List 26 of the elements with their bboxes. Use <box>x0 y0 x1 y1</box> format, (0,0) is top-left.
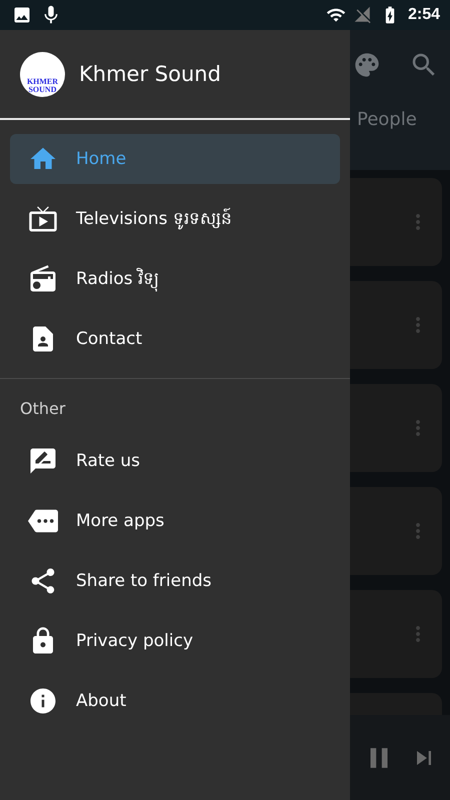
app-logo: KHMER SOUND <box>20 52 65 96</box>
menu-item[interactable]: More apps <box>10 496 340 546</box>
status-time: 2:54 <box>408 6 440 24</box>
list-card[interactable] <box>350 281 442 369</box>
section-title: Other <box>19 398 66 420</box>
radio-icon <box>28 264 58 294</box>
no-signal-icon <box>354 6 372 24</box>
menu-item[interactable]: Rate us <box>10 436 340 486</box>
menu-item[interactable]: About <box>10 676 340 726</box>
palette-icon[interactable] <box>353 51 381 79</box>
menu-item[interactable]: Share to friends <box>10 556 340 606</box>
tv-icon <box>28 204 58 234</box>
menu-item[interactable]: Contact <box>10 314 340 364</box>
tab[interactable]: People <box>357 109 417 130</box>
list-card[interactable] <box>350 590 442 678</box>
menu-item[interactable]: Home <box>10 134 340 184</box>
info-icon <box>28 686 58 716</box>
image-icon <box>12 5 32 25</box>
menu-item[interactable]: Privacy policy <box>10 616 340 666</box>
list-card[interactable] <box>350 178 442 266</box>
app-name: Khmer Sound <box>79 62 221 86</box>
list-card[interactable] <box>350 384 442 472</box>
pen-icon <box>28 446 58 476</box>
menu-item[interactable]: Radios វិទ្យុ <box>10 254 340 304</box>
list-card[interactable] <box>350 487 442 575</box>
menu-item[interactable]: Televisions ទូរទស្សន៍ <box>10 194 340 244</box>
